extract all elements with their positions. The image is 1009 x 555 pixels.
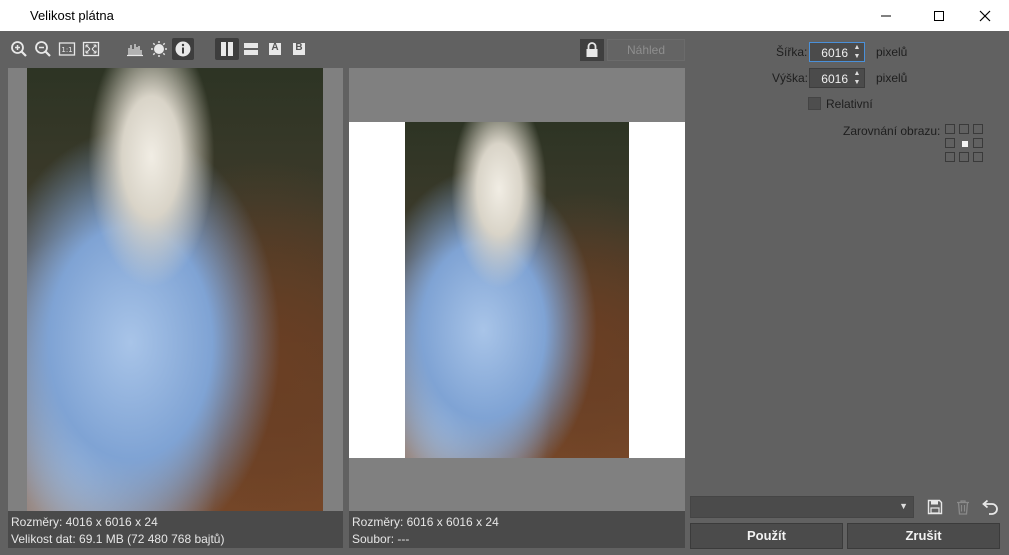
histogram-icon [127, 44, 143, 57]
window-title: Velikost plátna [30, 8, 114, 23]
info-icon [175, 41, 191, 57]
exposure-icon [151, 41, 167, 57]
height-value: 6016 [821, 72, 848, 86]
zoom-in-icon [11, 41, 27, 57]
save-preset-button[interactable] [924, 496, 946, 518]
zoom-in-button[interactable] [9, 39, 29, 59]
lock-icon [586, 42, 598, 57]
alignment-label: Zarovnání obrazu: [843, 124, 941, 138]
spin-up-icon[interactable]: ▲ [850, 43, 864, 52]
spin-down-icon[interactable]: ▼ [850, 52, 864, 61]
align-bottom-right[interactable] [973, 152, 983, 162]
preview-button[interactable]: Náhled [607, 39, 685, 61]
close-button[interactable] [962, 0, 1008, 31]
view-b-button[interactable]: B [289, 39, 309, 59]
save-icon [927, 499, 943, 515]
align-center[interactable] [962, 141, 968, 147]
relative-label[interactable]: Relativní [826, 97, 873, 111]
lock-button[interactable] [580, 39, 604, 61]
view-a-button[interactable]: A [265, 39, 285, 59]
minimize-icon [881, 15, 891, 16]
original-info-bar: Rozměry: 4016 x 6016 x 24 Velikost dat: … [8, 511, 343, 548]
width-label: Šířka: [776, 45, 808, 59]
result-canvas [349, 122, 685, 458]
view-b-label: B [295, 42, 303, 53]
width-spin-arrows[interactable]: ▲ ▼ [850, 43, 864, 61]
actual-size-icon: 1:1 [58, 42, 76, 56]
preset-dropdown[interactable]: ▼ [690, 496, 914, 518]
result-dimensions: Rozměry: 6016 x 6016 x 24 [352, 515, 499, 529]
original-photo [27, 68, 323, 511]
align-bottom-left[interactable] [945, 152, 955, 162]
title-bar: Velikost plátna [0, 0, 1009, 31]
align-middle-left[interactable] [945, 138, 955, 148]
info-button[interactable] [172, 38, 194, 60]
trash-icon [957, 500, 969, 515]
view-a-label: A [271, 42, 279, 53]
original-image-pane [8, 68, 343, 511]
align-top-right[interactable] [973, 124, 983, 134]
align-top-center[interactable] [959, 124, 969, 134]
split-vertical-icon [221, 42, 233, 56]
align-middle-right[interactable] [973, 138, 983, 148]
height-spin-arrows[interactable]: ▲ ▼ [850, 69, 864, 87]
spin-down-icon[interactable]: ▼ [850, 78, 864, 87]
undo-icon [982, 499, 998, 515]
width-value: 6016 [821, 46, 848, 60]
maximize-icon [934, 10, 944, 21]
maximize-button[interactable] [916, 0, 962, 31]
height-spinbox[interactable]: 6016 ▲ ▼ [809, 68, 865, 88]
close-icon [979, 10, 991, 21]
svg-text:1:1: 1:1 [61, 46, 72, 54]
height-unit: pixelů [876, 71, 908, 85]
original-data-size: Velikost dat: 69.1 MB (72 480 768 bajtů) [11, 532, 225, 546]
original-dimensions: Rozměry: 4016 x 6016 x 24 [11, 515, 158, 529]
width-unit: pixelů [876, 45, 908, 59]
align-bottom-center[interactable] [959, 152, 969, 162]
cancel-button[interactable]: Zrušit [847, 523, 1000, 549]
reset-button[interactable] [979, 496, 1001, 518]
fit-icon [82, 41, 100, 57]
histogram-button[interactable] [125, 39, 145, 59]
spin-up-icon[interactable]: ▲ [850, 69, 864, 78]
result-info-bar: Rozměry: 6016 x 6016 x 24 Soubor: --- [349, 511, 685, 548]
zoom-out-icon [35, 41, 51, 57]
split-horizontal-button[interactable] [241, 39, 261, 59]
align-top-left[interactable] [945, 124, 955, 134]
apply-button[interactable]: Použít [690, 523, 843, 549]
fit-to-window-button[interactable] [81, 39, 101, 59]
zoom-out-button[interactable] [33, 39, 53, 59]
delete-preset-button[interactable] [952, 496, 974, 518]
relative-checkbox[interactable] [808, 97, 821, 110]
minimize-button[interactable] [863, 0, 909, 31]
height-label: Výška: [772, 71, 809, 85]
exposure-button[interactable] [149, 39, 169, 59]
result-image-pane [349, 68, 685, 511]
split-horizontal-icon [244, 43, 258, 55]
width-spinbox[interactable]: 6016 ▲ ▼ [809, 42, 865, 62]
split-vertical-button[interactable] [215, 38, 239, 60]
actual-size-button[interactable]: 1:1 [57, 39, 77, 59]
chevron-down-icon: ▼ [899, 501, 908, 511]
result-photo [405, 122, 629, 458]
alignment-grid [945, 124, 987, 166]
result-file: Soubor: --- [352, 532, 410, 546]
